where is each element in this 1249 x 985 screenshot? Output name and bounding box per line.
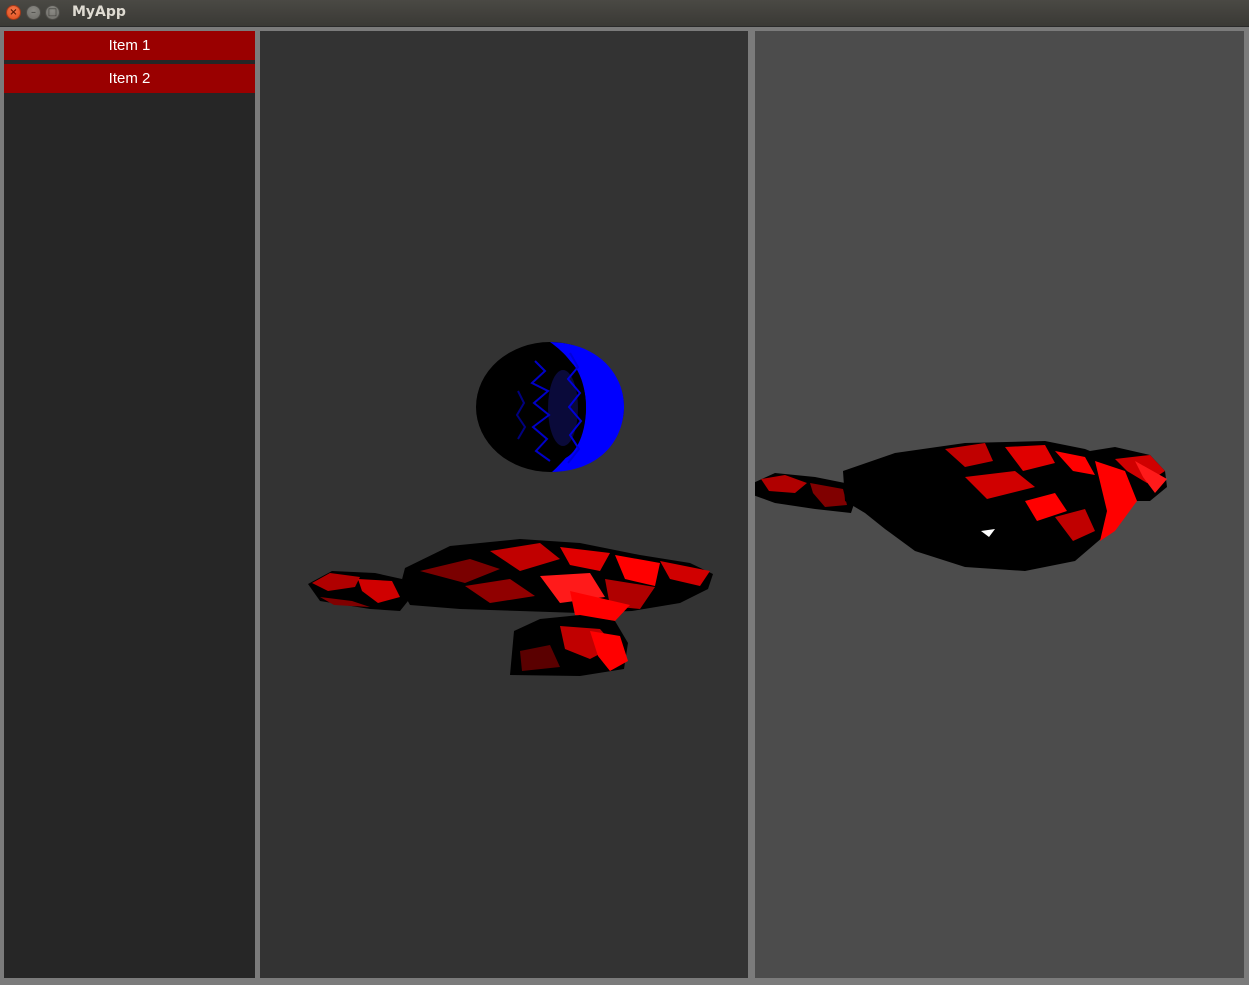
minimize-icon[interactable]: – <box>26 5 41 20</box>
left-3d-viewport[interactable] <box>260 31 748 978</box>
app-frame: Item 1 Item 2 <box>0 27 1249 985</box>
torus-mesh <box>476 342 625 472</box>
sidebar-item-2[interactable]: Item 2 <box>4 64 255 93</box>
sidebar: Item 1 Item 2 <box>4 31 255 978</box>
monkey-mesh-right <box>755 441 1167 571</box>
maximize-icon[interactable]: □ <box>45 5 60 20</box>
window-title: MyApp <box>72 4 126 20</box>
right-3d-viewport[interactable] <box>755 31 1244 978</box>
monkey-mesh-left <box>308 539 713 676</box>
sidebar-item-1[interactable]: Item 1 <box>4 31 255 60</box>
title-bar: × – □ MyApp <box>0 0 1249 27</box>
close-icon[interactable]: × <box>6 5 21 20</box>
